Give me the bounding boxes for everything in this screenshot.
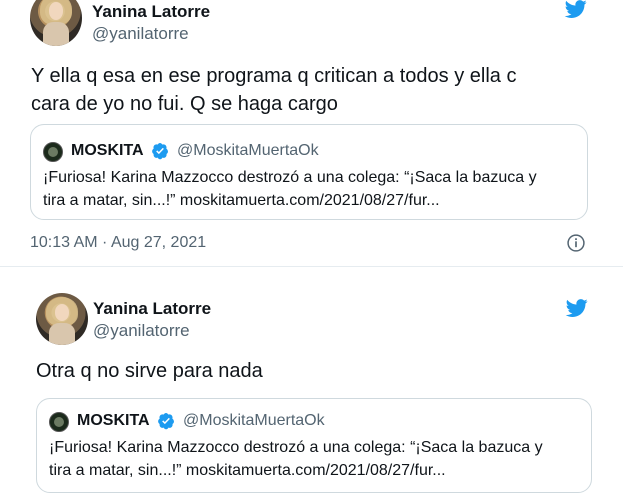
twitter-bird-icon[interactable] (565, 297, 589, 319)
tweet-timestamp[interactable]: 10:13 AM · Aug 27, 2021 (30, 234, 206, 252)
author-handle[interactable]: @yanilatorre (92, 24, 189, 44)
quote-author-handle[interactable]: @MoskitaMuertaOk (183, 412, 325, 430)
info-icon[interactable] (566, 233, 586, 253)
verified-badge-icon (152, 142, 169, 160)
twitter-bird-icon[interactable] (564, 0, 588, 20)
quote-author-name[interactable]: MOSKITA (71, 142, 144, 160)
quote-text: ¡Furiosa! Karina Mazzocco destrozó a una… (43, 169, 537, 209)
quoted-tweet[interactable]: MOSKITA @MoskitaMuertaOk ¡Furiosa! Karin… (30, 124, 588, 220)
tweet-text: Otra q no sirve para nada (36, 360, 263, 382)
author-avatar[interactable] (36, 293, 88, 345)
author-name[interactable]: Yanina Latorre (93, 299, 211, 319)
avatar-body (49, 323, 75, 345)
quoted-tweet[interactable]: MOSKITA @MoskitaMuertaOk ¡Furiosa! Karin… (36, 398, 592, 493)
quote-author-name[interactable]: MOSKITA (77, 412, 150, 430)
author-name[interactable]: Yanina Latorre (92, 2, 210, 22)
quote-avatar[interactable] (43, 142, 63, 162)
quote-author-handle[interactable]: @MoskitaMuertaOk (177, 142, 319, 160)
avatar-body (43, 22, 69, 46)
quote-text: ¡Furiosa! Karina Mazzocco destrozó a una… (49, 439, 543, 479)
quote-avatar[interactable] (49, 412, 69, 432)
tweet-1[interactable]: Yanina Latorre @yanilatorre Y ella q esa… (0, 0, 623, 265)
verified-badge-icon (158, 412, 175, 430)
tweet-2[interactable]: Yanina Latorre @yanilatorre Otra q no si… (0, 267, 623, 498)
author-avatar[interactable] (30, 0, 82, 46)
tweet-text: Y ella q esa en ese programa q critican … (31, 65, 517, 115)
author-handle[interactable]: @yanilatorre (93, 321, 190, 341)
